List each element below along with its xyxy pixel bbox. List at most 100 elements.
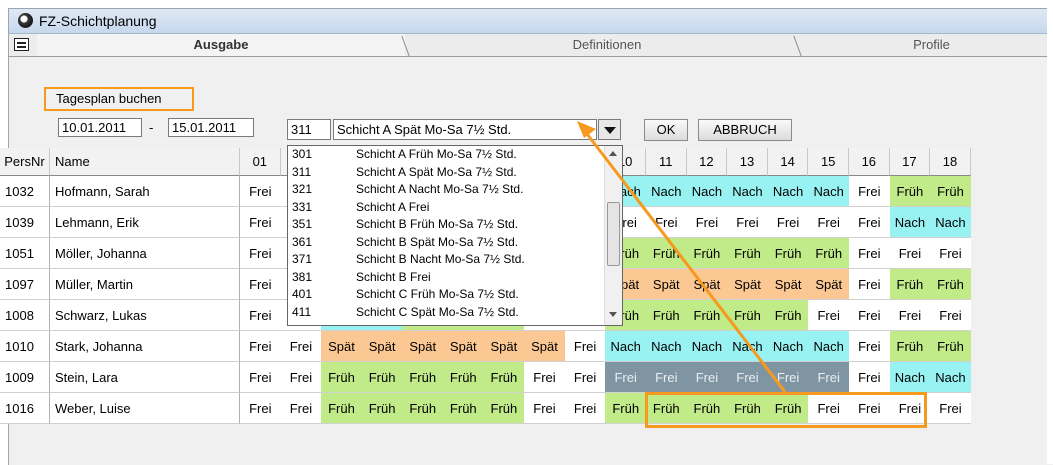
shift-cell[interactable]: Frei <box>849 331 890 362</box>
dropdown-option[interactable]: 351 Schicht B Früh Mo-Sa 7½ Std. <box>288 218 606 230</box>
shift-cell[interactable]: Früh <box>767 300 809 331</box>
shift-cell[interactable]: Frei <box>524 362 565 393</box>
shift-cell[interactable]: Früh <box>889 176 931 207</box>
shift-cell[interactable]: Nach <box>767 331 809 362</box>
shift-cell[interactable]: Früh <box>646 238 687 269</box>
cancel-button[interactable]: ABBRUCH <box>698 119 792 141</box>
shift-cell[interactable]: Frei <box>564 362 606 393</box>
shift-cell[interactable]: Frei <box>646 362 687 393</box>
shift-cell[interactable]: Frei <box>605 362 646 393</box>
shift-cell[interactable]: Früh <box>646 300 687 331</box>
shift-cell[interactable]: Frei <box>686 207 728 238</box>
shift-cell[interactable]: Nach <box>605 331 646 362</box>
shift-cell[interactable]: Frei <box>808 362 849 393</box>
shift-cell[interactable]: Früh <box>361 393 403 424</box>
shift-cell[interactable]: Nach <box>808 176 849 207</box>
shift-cell[interactable]: Frei <box>240 238 281 269</box>
shift-cell[interactable]: Frei <box>686 362 728 393</box>
shift-cell[interactable]: Frei <box>727 207 768 238</box>
shift-cell[interactable]: Nach <box>930 207 971 238</box>
shift-cell[interactable]: Früh <box>889 269 931 300</box>
shift-cell[interactable]: Frei <box>808 207 849 238</box>
shift-cell[interactable]: Frei <box>240 331 281 362</box>
shift-cell[interactable]: Nach <box>727 331 768 362</box>
shift-cell[interactable]: Frei <box>564 331 606 362</box>
scroll-up-icon[interactable] <box>609 151 617 156</box>
shift-cell[interactable]: Frei <box>767 207 809 238</box>
shift-cell[interactable]: Früh <box>930 331 971 362</box>
shift-cell[interactable]: Nach <box>889 362 931 393</box>
shift-cell[interactable]: Nach <box>646 331 687 362</box>
shift-cell[interactable]: Frei <box>889 238 931 269</box>
dropdown-option[interactable]: 381 Schicht B Frei <box>288 271 606 283</box>
shift-cell[interactable]: Frei <box>930 300 971 331</box>
shift-cell[interactable]: Nach <box>646 176 687 207</box>
shift-cell[interactable]: Spät <box>686 269 728 300</box>
shift-cell[interactable]: Frei <box>646 207 687 238</box>
shift-cell[interactable]: Früh <box>483 362 525 393</box>
shift-cell[interactable]: Früh <box>605 393 646 424</box>
shift-cell[interactable]: Frei <box>767 362 809 393</box>
shift-cell[interactable]: Frei <box>240 300 281 331</box>
shift-cell[interactable]: Frei <box>930 238 971 269</box>
shift-cell[interactable]: Frei <box>808 300 849 331</box>
shift-cell[interactable]: Spät <box>767 269 809 300</box>
shift-cell[interactable]: Frei <box>930 393 971 424</box>
shift-cell[interactable]: Frei <box>727 362 768 393</box>
shift-cell[interactable]: Nach <box>767 176 809 207</box>
scrollbar-thumb[interactable] <box>607 202 620 266</box>
date-to-field[interactable]: 15.01.2011 <box>168 118 254 137</box>
shift-cell[interactable]: Frei <box>849 362 890 393</box>
dropdown-arrow-button[interactable] <box>598 119 621 140</box>
shift-options-list[interactable]: 301 Schicht A Früh Mo-Sa 7½ Std. 311 Schich… <box>287 145 623 326</box>
shift-cell[interactable]: Frei <box>889 300 931 331</box>
shift-cell[interactable]: Nach <box>727 176 768 207</box>
shift-cell[interactable]: Spät <box>727 269 768 300</box>
shift-cell[interactable]: Frei <box>240 207 281 238</box>
scroll-down-icon[interactable] <box>609 312 617 317</box>
dropdown-option[interactable]: 311 Schicht A Spät Mo-Sa 7½ Std. <box>288 166 606 178</box>
shift-cell[interactable]: Früh <box>402 362 443 393</box>
shift-cell[interactable]: Spät <box>483 331 525 362</box>
shift-cell[interactable]: Früh <box>321 393 362 424</box>
shift-cell[interactable]: Frei <box>240 393 281 424</box>
tab-profile[interactable]: Profile <box>809 34 1053 56</box>
shift-cell[interactable]: Nach <box>808 331 849 362</box>
shift-cell[interactable]: Spät <box>361 331 403 362</box>
shift-cell[interactable]: Frei <box>849 207 890 238</box>
date-from-field[interactable]: 10.01.2011 <box>58 118 142 137</box>
tab-ausgabe[interactable]: Ausgabe <box>37 34 405 56</box>
shift-cell[interactable]: Nach <box>686 331 728 362</box>
shift-cell[interactable]: Früh <box>727 300 768 331</box>
ok-button[interactable]: OK <box>644 119 688 141</box>
shift-cell[interactable]: Frei <box>849 176 890 207</box>
shift-cell[interactable]: Frei <box>849 238 890 269</box>
shift-cell[interactable]: Frei <box>240 269 281 300</box>
dropdown-scrollbar[interactable] <box>604 146 622 325</box>
shift-cell[interactable]: Früh <box>443 393 484 424</box>
shift-code-field[interactable]: 311 <box>287 119 331 140</box>
shift-cell[interactable]: Frei <box>524 393 565 424</box>
shift-cell[interactable]: Früh <box>930 176 971 207</box>
shift-cell[interactable]: Früh <box>686 238 728 269</box>
shift-cell[interactable]: Frei <box>849 300 890 331</box>
shift-cell[interactable]: Früh <box>443 362 484 393</box>
shift-cell[interactable]: Frei <box>280 362 322 393</box>
dropdown-option[interactable]: 371 Schicht B Nacht Mo-Sa 7½ Std. <box>288 253 606 265</box>
dropdown-option[interactable]: 411 Schicht C Spät Mo-Sa 7½ Std. <box>288 306 606 318</box>
shift-cell[interactable]: Früh <box>321 362 362 393</box>
dropdown-option[interactable]: 301 Schicht A Früh Mo-Sa 7½ Std. <box>288 148 606 160</box>
shift-cell[interactable]: Spät <box>402 331 443 362</box>
shift-cell[interactable]: Früh <box>889 331 931 362</box>
dropdown-option[interactable]: 321 Schicht A Nacht Mo-Sa 7½ Std. <box>288 183 606 195</box>
shift-cell[interactable]: Frei <box>280 393 322 424</box>
dropdown-option[interactable]: 331 Schicht A Frei <box>288 201 606 213</box>
shift-cell[interactable]: Nach <box>930 362 971 393</box>
shift-cell[interactable]: Frei <box>849 269 890 300</box>
shift-cell[interactable]: Früh <box>361 362 403 393</box>
dropdown-option[interactable]: 401 Schicht C Früh Mo-Sa 7½ Std. <box>288 288 606 300</box>
shift-cell[interactable]: Frei <box>240 362 281 393</box>
shift-cell[interactable]: Früh <box>483 393 525 424</box>
shift-cell[interactable]: Nach <box>889 207 931 238</box>
shift-cell[interactable]: Früh <box>808 238 849 269</box>
